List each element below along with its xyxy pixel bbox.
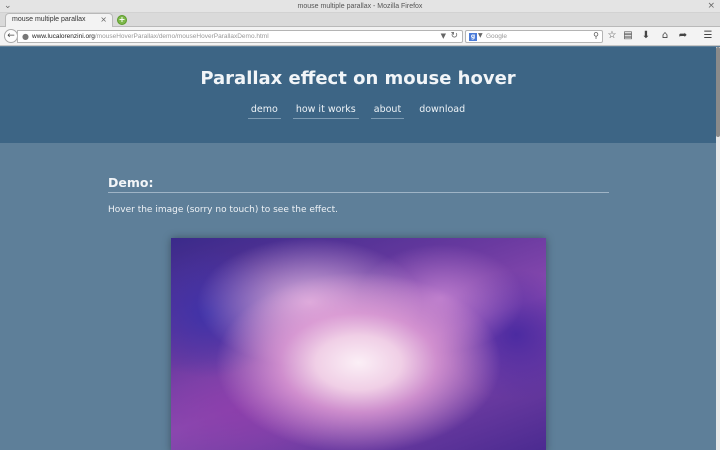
- search-input[interactable]: Google: [486, 33, 507, 40]
- site-nav: demo how it works about download: [0, 103, 716, 119]
- window-titlebar: ⌄ mouse multiple parallax - Mozilla Fire…: [0, 0, 720, 13]
- url-bar[interactable]: ● www.lucalorenzini.org/mouseHoverParall…: [17, 30, 463, 43]
- bookmark-star-icon[interactable]: ☆: [606, 30, 618, 42]
- search-icon[interactable]: ⚲: [593, 31, 599, 40]
- page-title: Parallax effect on mouse hover: [200, 68, 516, 89]
- url-text: www.lucalorenzini.org/mouseHoverParallax…: [32, 33, 269, 40]
- section-description: Hover the image (sorry no touch) to see …: [108, 205, 338, 215]
- tab-bar: mouse multiple parallax × +: [0, 13, 720, 28]
- tab-mouse-multiple-parallax[interactable]: mouse multiple parallax ×: [5, 13, 113, 28]
- nav-link-demo[interactable]: demo: [247, 103, 281, 119]
- share-icon[interactable]: ➦: [677, 30, 689, 42]
- url-history-dropdown-icon[interactable]: ▼: [441, 32, 446, 40]
- download-icon[interactable]: ⬇: [640, 30, 652, 42]
- url-host: www.lucalorenzini.org: [32, 33, 95, 40]
- nav-link-how-it-works[interactable]: how it works: [292, 103, 359, 119]
- url-path: /mouseHoverParallax/demo/mouseHoverParal…: [94, 33, 269, 40]
- nav-link-about[interactable]: about: [370, 103, 405, 119]
- search-bar[interactable]: g ▼ Google ⚲: [465, 30, 603, 43]
- home-icon[interactable]: ⌂: [659, 30, 671, 42]
- search-engine-dropdown-icon[interactable]: ▼: [478, 32, 483, 39]
- reload-icon[interactable]: ↻: [450, 31, 458, 41]
- navigation-toolbar: ← ● www.lucalorenzini.org/mouseHoverPara…: [0, 27, 720, 46]
- page-scrollbar[interactable]: [716, 47, 720, 450]
- scrollbar-thumb[interactable]: [716, 47, 720, 137]
- page-content: Parallax effect on mouse hover demo how …: [0, 47, 716, 450]
- back-arrow-icon[interactable]: ←: [4, 29, 18, 43]
- parallax-demo-image[interactable]: [171, 238, 546, 450]
- window-title: mouse multiple parallax - Mozilla Firefo…: [297, 3, 423, 10]
- section-title-demo: Demo:: [108, 175, 609, 193]
- new-tab-button[interactable]: +: [117, 15, 127, 25]
- search-engine-icon[interactable]: g: [469, 33, 477, 41]
- globe-icon[interactable]: ●: [22, 32, 29, 41]
- window-close-icon[interactable]: ×: [707, 0, 715, 12]
- nav-link-download[interactable]: download: [416, 103, 468, 119]
- site-header: Parallax effect on mouse hover demo how …: [0, 47, 716, 143]
- menu-icon[interactable]: ☰: [702, 30, 714, 42]
- tab-label: mouse multiple parallax: [12, 16, 86, 23]
- tab-close-icon[interactable]: ×: [100, 15, 107, 24]
- reading-list-icon[interactable]: ▤: [622, 30, 634, 42]
